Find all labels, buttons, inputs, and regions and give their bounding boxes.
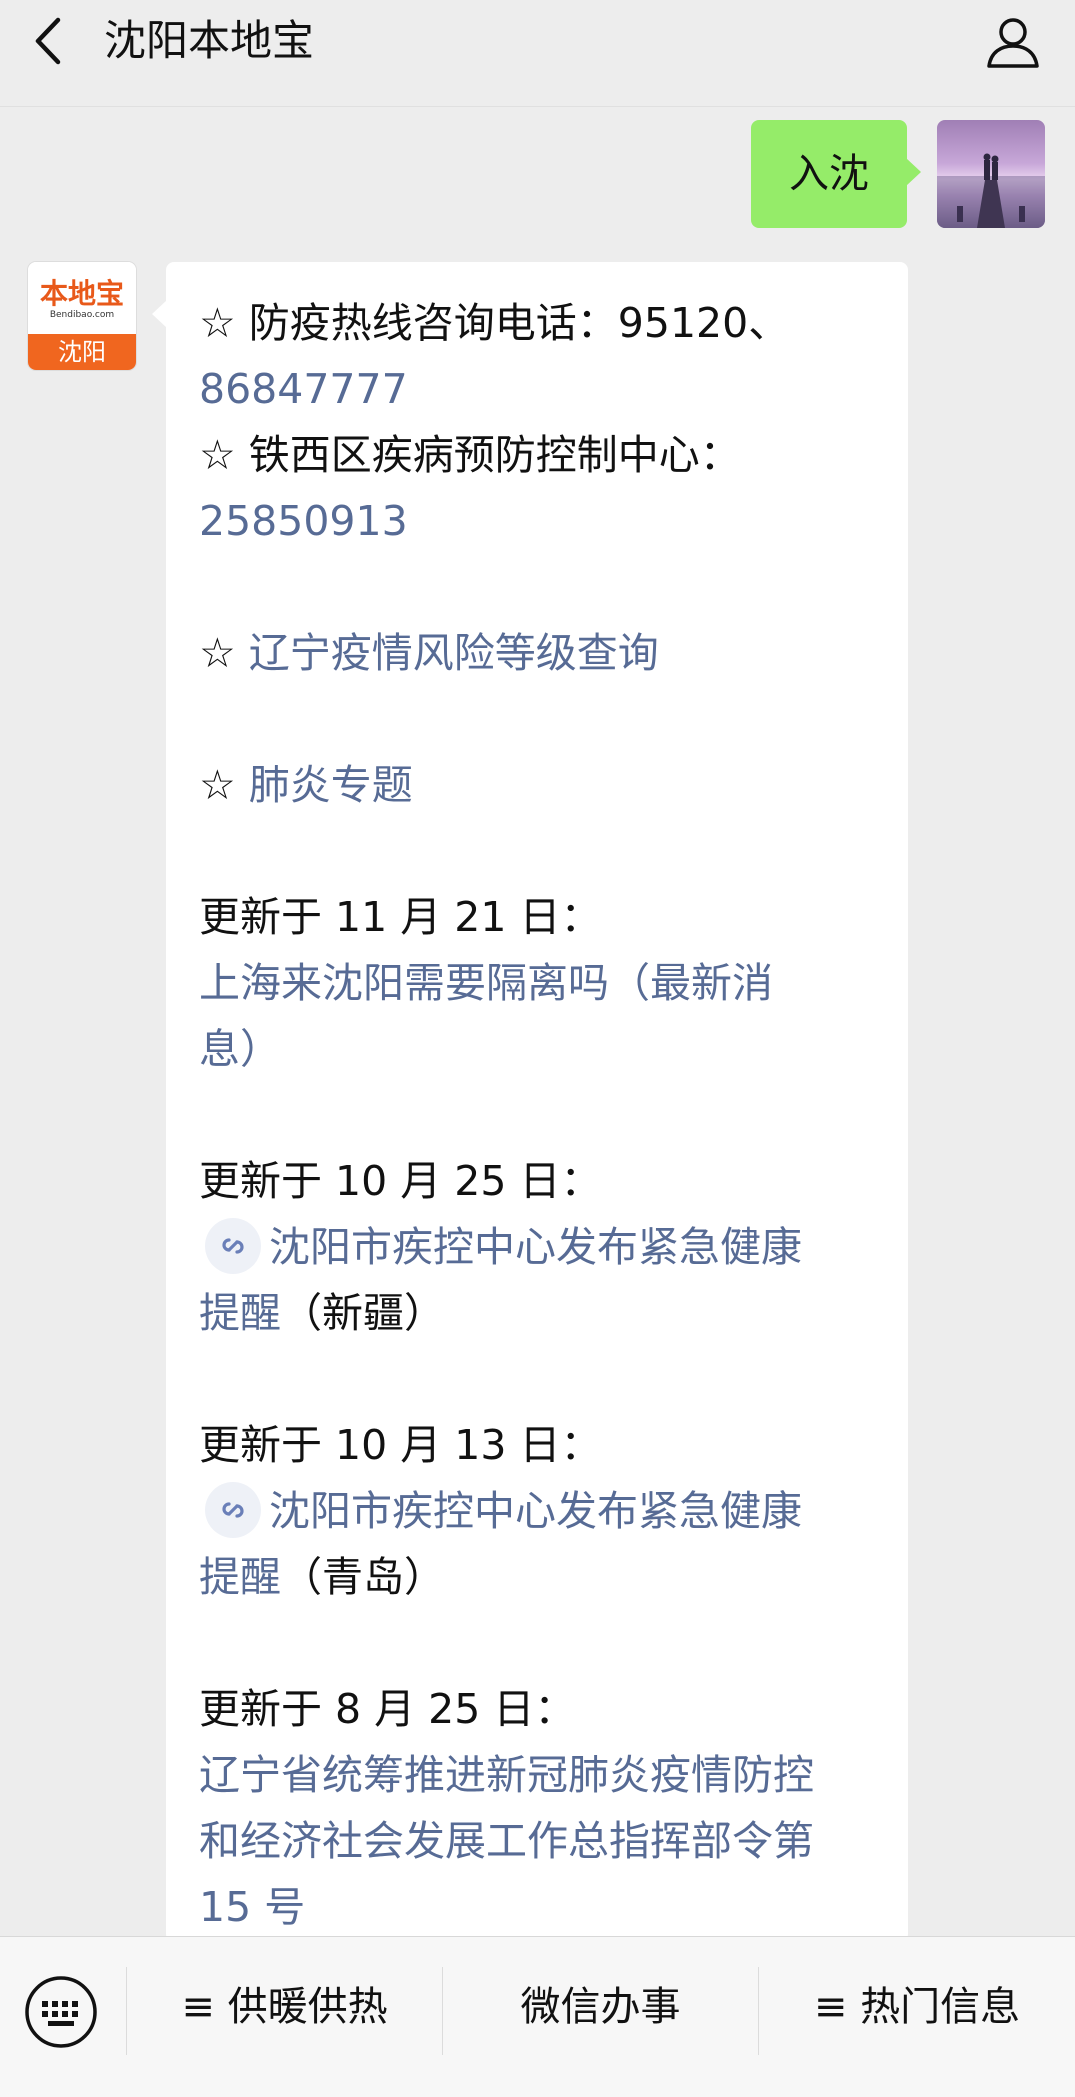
received-message-bubble: ☆ 防疫热线咨询电话：95120、 86847777 ☆ 铁西区疾病预防控制中心… [166,262,908,1942]
profile-icon[interactable] [985,14,1041,70]
shanghai-quarantine-link[interactable]: 上海来沈阳需要隔离吗（最新消 [199,950,889,1016]
my-avatar[interactable] [937,120,1045,228]
sent-message-row: 入沈 [745,120,1045,228]
cdc-number-link[interactable]: 25850913 [199,488,889,554]
qingdao-alert-line: 沈阳市疾控中心发布紧急健康 [199,1478,889,1544]
qingdao-suffix: （青岛） [281,1553,445,1601]
qingdao-alert-link-cont[interactable]: 提醒 [199,1553,281,1601]
xinjiang-suffix: （新疆） [281,1289,445,1337]
message-content: ☆ 防疫热线咨询电话：95120、 86847777 ☆ 铁西区疾病预防控制中心… [199,290,889,1940]
xinjiang-alert-link-cont[interactable]: 提醒 [199,1289,281,1337]
update-date-4: 更新于 8 月 25 日： [199,1685,576,1733]
keyboard-icon[interactable] [24,1975,98,2049]
hotline-number-link[interactable]: 86847777 [199,356,889,422]
risk-level-line: ☆ 辽宁疫情风险等级查询 [199,620,889,686]
risk-level-link[interactable]: 辽宁疫情风险等级查询 [249,629,659,677]
menu-hot-info[interactable]: ≡ 热门信息 [759,1937,1075,2077]
shanghai-quarantine-link-cont[interactable]: 息） [199,1016,889,1082]
bottom-menu-bar: ≡ 供暖供热 微信办事 ≡ 热门信息 [0,1936,1075,2097]
back-arrow-icon[interactable] [30,16,70,66]
pneumonia-topic-link[interactable]: 肺炎专题 [249,761,413,809]
update-date-1: 更新于 11 月 21 日： [199,893,602,941]
menu-wechat-services[interactable]: 微信办事 [443,1937,758,2077]
avatar-domain-text: Bendibao.com [49,310,115,320]
liaoning-order-link-end[interactable]: 15 号 [199,1874,889,1940]
update-date-3: 更新于 10 月 13 日： [199,1421,602,1469]
hotline-line: ☆ 防疫热线咨询电话：95120、 [199,299,790,347]
official-account-avatar[interactable]: 本地宝 Bendibao.com 沈阳 [28,262,136,370]
mini-program-link-icon [205,1482,261,1538]
cdc-line: ☆ 铁西区疾病预防控制中心： [199,431,741,479]
qingdao-alert-line-cont: 提醒（青岛） [199,1544,889,1610]
menu-heating[interactable]: ≡ 供暖供热 [127,1937,442,2077]
pneumonia-topic-line: ☆ 肺炎专题 [199,752,889,818]
xinjiang-alert-line-cont: 提醒（新疆） [199,1280,889,1346]
avatar-brand-text: 本地宝 [39,277,124,310]
liaoning-order-link-cont[interactable]: 和经济社会发展工作总指挥部令第 [199,1808,889,1874]
avatar-city-text: 沈阳 [28,334,136,370]
page-title: 沈阳本地宝 [104,16,315,65]
sent-message-bubble[interactable]: 入沈 [751,120,921,228]
star-icon: ☆ [199,761,249,809]
qingdao-alert-link[interactable]: 沈阳市疾控中心发布紧急健康 [269,1487,802,1535]
star-icon: ☆ [199,629,249,677]
update-date-2: 更新于 10 月 25 日： [199,1157,602,1205]
xinjiang-alert-link[interactable]: 沈阳市疾控中心发布紧急健康 [269,1223,802,1271]
xinjiang-alert-line: 沈阳市疾控中心发布紧急健康 [199,1214,889,1280]
message-bubble-tail [152,300,167,328]
top-bar: 沈阳本地宝 [0,0,1075,107]
mini-program-link-icon [205,1218,261,1274]
liaoning-order-link[interactable]: 辽宁省统筹推进新冠肺炎疫情防控 [199,1742,889,1808]
